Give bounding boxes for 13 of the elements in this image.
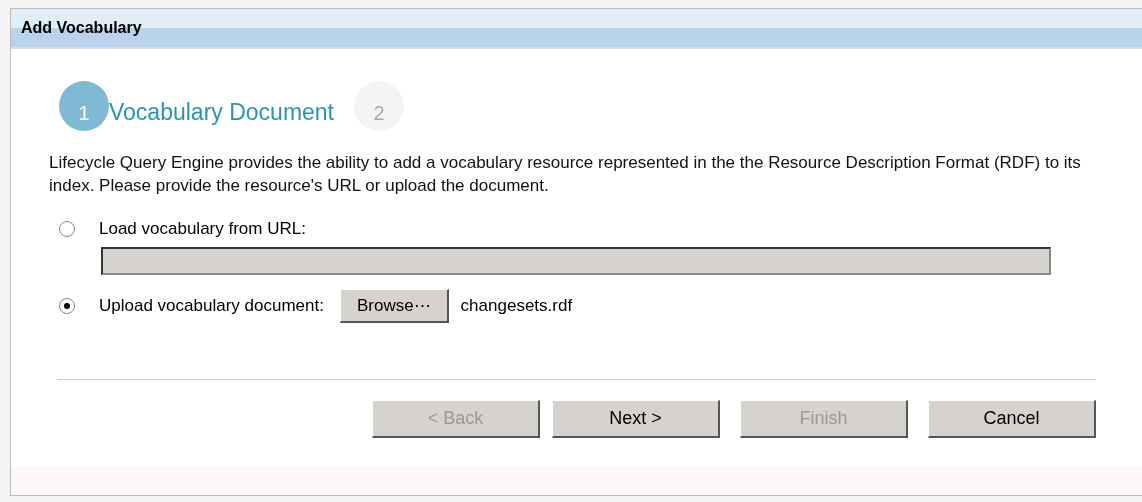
option-label: Load vocabulary from URL: <box>99 219 306 239</box>
step-number: 2 <box>354 81 404 131</box>
wizard-button[interactable]: Next > <box>552 400 720 438</box>
option-label: Upload vocabulary document: <box>99 296 324 316</box>
window-title: Add Vocabulary <box>11 9 1142 49</box>
file-name: changesets.rdf <box>460 296 573 316</box>
wizard-button[interactable]: Cancel <box>928 400 1096 438</box>
radio-button[interactable] <box>59 221 75 237</box>
step-number: 1 <box>59 81 109 131</box>
description-text: Lifecycle Query Engine provides the ability to add a vocabulary resource represented in the the Resource Description Format (RDF) to its index. Please provide the resource's URL or upload the document. <box>49 152 1082 197</box>
step-label: Vocabulary Document <box>109 98 334 126</box>
radio-button[interactable] <box>59 298 75 314</box>
browse-button[interactable]: Browse⋯ <box>339 289 449 323</box>
